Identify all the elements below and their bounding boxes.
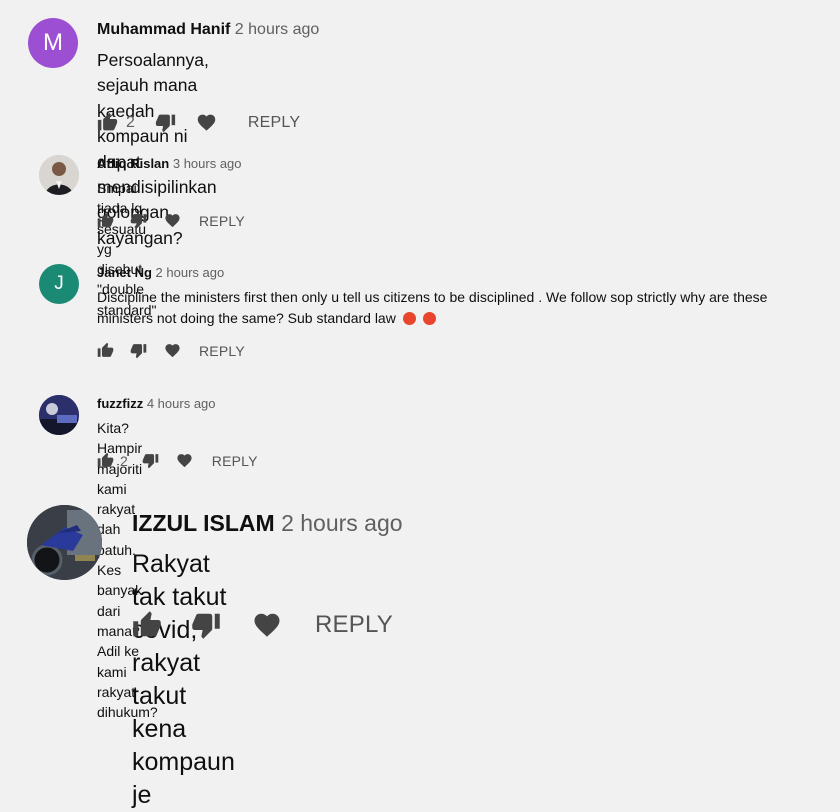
author-name[interactable]: IZZUL ISLAM (132, 510, 275, 536)
comment-text-line: Discipline the ministers first then only… (97, 289, 768, 305)
avatar[interactable]: M (28, 18, 78, 68)
timestamp[interactable]: 2 hours ago (281, 510, 402, 536)
reply-button[interactable]: REPLY (199, 343, 245, 359)
motorcycle-photo-icon (27, 505, 102, 580)
thumb-down-icon[interactable] (142, 452, 159, 469)
heart-icon[interactable] (164, 342, 181, 359)
landscape-photo-icon (39, 395, 79, 435)
avatar[interactable] (27, 505, 102, 580)
author-name[interactable]: Muhammad Hanif (97, 21, 230, 38)
comment-text: Discipline the ministers first then only… (97, 287, 832, 329)
timestamp[interactable]: 2 hours ago (156, 265, 225, 280)
reply-button[interactable]: REPLY (248, 114, 300, 132)
reply-button[interactable]: REPLY (315, 611, 393, 639)
comment-text-line-content: ministers not doing the same? Sub standa… (97, 310, 396, 326)
reply-button[interactable]: REPLY (199, 213, 245, 229)
author-name[interactable]: fuzzfizz (97, 396, 143, 411)
heart-icon[interactable] (196, 112, 217, 133)
avatar[interactable] (39, 395, 79, 435)
timestamp[interactable]: 4 hours ago (147, 396, 216, 411)
author-name[interactable]: Affiq Rislan (97, 156, 169, 171)
heart-icon[interactable] (164, 212, 181, 229)
thumb-up-icon[interactable] (97, 112, 118, 133)
heart-icon[interactable] (176, 452, 193, 469)
heart-icon[interactable] (252, 610, 282, 640)
like-count: 2 (120, 452, 128, 469)
comment-header: Janet Ng 2 hours ago (97, 265, 224, 280)
thumb-up-icon[interactable] (97, 452, 114, 469)
avatar[interactable]: J (39, 264, 79, 304)
angry-face-icon (402, 312, 416, 325)
thumb-down-icon[interactable] (155, 112, 176, 133)
avatar-letter: J (54, 273, 64, 294)
timestamp[interactable]: 3 hours ago (173, 156, 242, 171)
thumb-down-icon[interactable] (191, 610, 221, 640)
thumb-up-icon[interactable] (97, 212, 114, 229)
comment-actions: REPLY (97, 342, 245, 359)
person-photo-icon (39, 155, 79, 195)
comment-text: Rakyat tak takut covid, rakyat takut ken… (132, 550, 235, 809)
comment-actions: 2 REPLY (97, 452, 258, 469)
comment-header: Affiq Rislan 3 hours ago (97, 156, 242, 171)
comment-text-line: ministers not doing the same? Sub standa… (97, 308, 832, 329)
comment-actions: REPLY (132, 610, 393, 640)
author-name[interactable]: Janet Ng (97, 265, 152, 280)
comment-header: IZZUL ISLAM 2 hours ago (132, 510, 403, 537)
thumb-up-icon[interactable] (97, 342, 114, 359)
like-count: 2 (126, 113, 135, 131)
avatar[interactable] (39, 155, 79, 195)
angry-face-icon (422, 312, 436, 325)
avatar-letter: M (43, 29, 63, 56)
comment-actions: REPLY (97, 212, 245, 229)
thumb-down-icon[interactable] (130, 342, 147, 359)
timestamp[interactable]: 2 hours ago (235, 21, 320, 38)
comment-header: fuzzfizz 4 hours ago (97, 396, 216, 411)
comment-actions: 2 REPLY (97, 112, 300, 133)
thumb-down-icon[interactable] (130, 212, 147, 229)
reply-button[interactable]: REPLY (212, 453, 258, 469)
thumb-up-icon[interactable] (132, 610, 162, 640)
comment-header: Muhammad Hanif 2 hours ago (97, 21, 319, 39)
